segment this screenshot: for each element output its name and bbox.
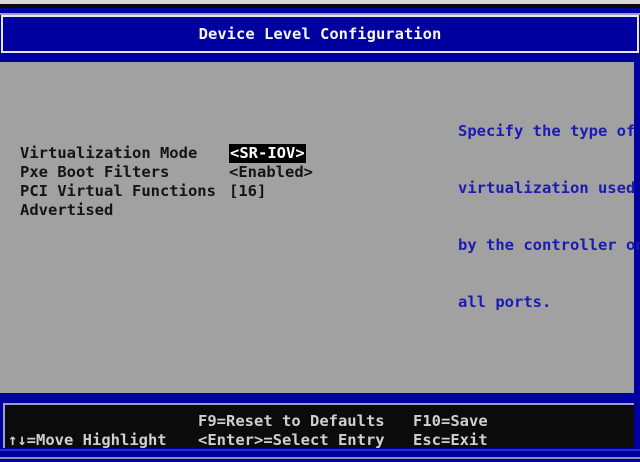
option-label-pci-virtual-functions: PCI Virtual Functions xyxy=(20,182,216,201)
option-value-pxe-boot-filters[interactable]: <Enabled> xyxy=(229,163,313,182)
bottom-steel-line xyxy=(0,457,640,459)
help-line: Specify the type of xyxy=(458,122,634,141)
hotkey-exit: Esc=Exit xyxy=(413,431,488,450)
top-black-strip xyxy=(0,4,640,8)
form-content-area: Virtualization Mode <SR-IOV> Pxe Boot Fi… xyxy=(0,62,634,393)
option-label-virtualization-mode: Virtualization Mode xyxy=(20,144,197,163)
bottom-bright-line xyxy=(0,449,640,451)
option-value-virtualization-mode[interactable]: <SR-IOV> xyxy=(229,144,306,163)
hotkey-move-highlight: ↑↓=Move Highlight xyxy=(8,431,167,450)
help-line: by the controller on xyxy=(458,236,634,255)
help-line: all ports. xyxy=(458,293,634,312)
hotkey-reset-defaults: F9=Reset to Defaults xyxy=(198,412,385,431)
hotkey-select-entry: <Enter>=Select Entry xyxy=(198,431,385,450)
help-text-panel: Specify the type of virtualization used … xyxy=(458,84,634,350)
page-title: Device Level Configuration xyxy=(1,15,639,53)
hotkey-save: F10=Save xyxy=(413,412,488,431)
option-value-pci-virtual-functions[interactable]: [16] xyxy=(229,182,266,201)
option-label-pxe-boot-filters: Pxe Boot Filters xyxy=(20,163,169,182)
bios-setup-screen: Device Level Configuration Virtualizatio… xyxy=(0,0,640,462)
option-label-advertised: Advertised xyxy=(20,201,113,220)
help-line: virtualization used xyxy=(458,179,634,198)
